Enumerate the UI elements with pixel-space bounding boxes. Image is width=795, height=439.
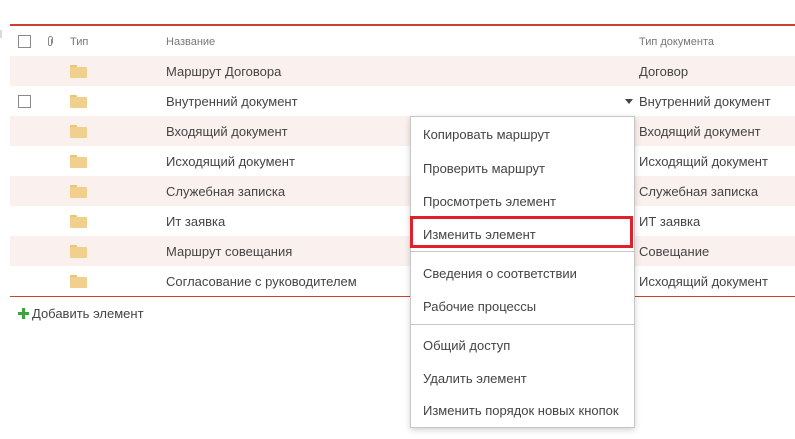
type-cell [70,86,94,116]
menu-item-delete-item[interactable]: Удалить элемент [411,363,634,393]
chevron-down-icon [625,98,633,104]
menu-separator [411,251,634,252]
folder-icon [70,214,87,228]
highlight-annotation [410,216,633,248]
folder-icon [70,64,87,78]
row-doc-type: Внутренний документ [639,93,771,109]
type-cell [70,56,94,86]
table-row[interactable]: Ит заявка ИТ заявка [10,206,795,236]
table-row[interactable]: Служебная записка Служебная записка [10,176,795,206]
row-doc-type: Входящий документ [639,123,761,139]
type-cell [70,146,94,176]
add-item-label[interactable]: Добавить элемент [32,306,144,321]
menu-item-reorder-new-buttons[interactable]: Изменить порядок новых кнопок [411,395,634,425]
table-row[interactable]: Согласование с руководителем Исходящий д… [10,266,795,296]
row-menu-button[interactable] [621,86,637,116]
table-row[interactable]: Маршрут Договора Договор [10,56,795,86]
folder-icon [70,244,87,258]
document-list: Тип Название Тип документа Маршрут Догов… [10,27,795,296]
table-row[interactable]: Входящий документ Входящий документ [10,116,795,146]
folder-icon [70,154,87,168]
menu-item-share[interactable]: Общий доступ [411,330,634,360]
column-header-doc-type[interactable]: Тип документа [639,27,795,56]
folder-icon [70,274,87,288]
paperclip-icon [48,36,53,46]
type-cell [70,176,94,206]
folder-icon [70,124,87,138]
left-edge-mark [0,30,2,38]
plus-icon [18,307,29,319]
menu-separator [411,324,634,325]
row-doc-type: ИТ заявка [639,213,701,229]
folder-icon [70,184,87,198]
menu-item-compliance-details[interactable]: Сведения о соответствии [411,258,634,288]
row-doc-type: Совещание [639,243,710,259]
select-all-cell[interactable] [18,27,34,56]
select-all-checkbox[interactable] [18,35,31,48]
row-name[interactable]: Маршрут Договора [166,56,616,86]
menu-item-view-item[interactable]: Просмотреть элемент [411,186,634,216]
attachment-header[interactable] [46,27,60,56]
row-doc-type: Договор [639,63,689,79]
row-doc-type: Исходящий документ [639,153,768,169]
type-cell [70,206,94,236]
list-bottom-rule [10,296,795,297]
row-checkbox[interactable] [18,94,31,108]
context-menu: Копировать маршрут Проверить маршрут Про… [410,116,635,428]
menu-item-copy-route[interactable]: Копировать маршрут [411,119,634,149]
menu-item-check-route[interactable]: Проверить маршрут [411,153,634,183]
table-row[interactable]: Исходящий документ Исходящий документ [10,146,795,176]
list-top-rule [10,24,795,26]
menu-item-workflows[interactable]: Рабочие процессы [411,291,634,321]
type-cell [70,236,94,266]
row-doc-type: Служебная записка [639,183,759,199]
row-name[interactable]: Внутренний документ [166,86,616,116]
table-row[interactable]: Маршрут совещания Совещание [10,236,795,266]
type-cell [70,116,94,146]
column-header-name[interactable]: Название [166,27,616,56]
row-doc-type: Исходящий документ [639,273,768,289]
table-row[interactable]: Внутренний документ Внутренний документ [10,86,795,116]
type-cell [70,266,94,296]
list-header: Тип Название Тип документа [10,27,795,56]
folder-icon [70,94,87,108]
add-item-link[interactable]: Добавить элемент [18,305,144,321]
row-select-cell[interactable] [18,86,34,116]
column-header-type[interactable]: Тип [70,27,130,56]
